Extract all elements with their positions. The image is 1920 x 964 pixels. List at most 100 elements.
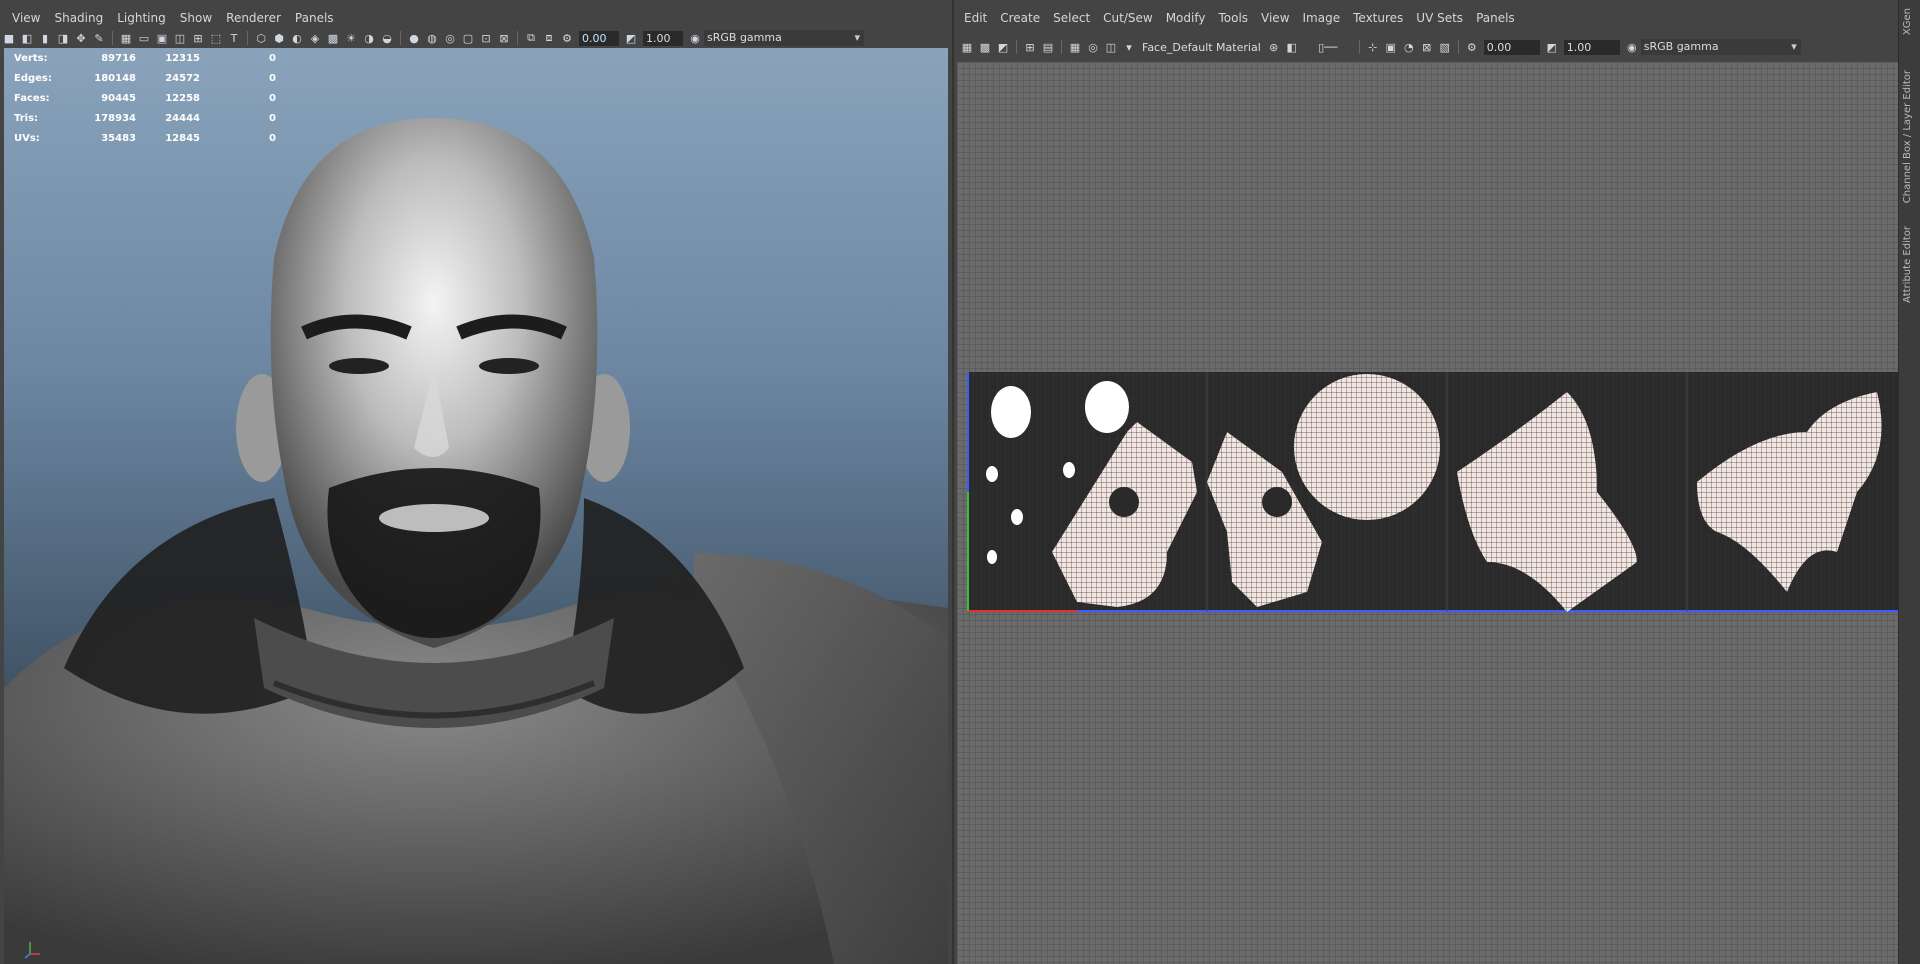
toolbar-separator bbox=[1457, 40, 1459, 54]
motion-blur-icon[interactable]: ● bbox=[407, 31, 421, 45]
pan-zoom-icon[interactable]: ✥ bbox=[74, 31, 88, 45]
grid-icon[interactable]: ▦ bbox=[119, 31, 133, 45]
uv-editor-panel: Edit Create Select Cut/Sew Modify Tools … bbox=[952, 0, 1900, 964]
film-gate-icon[interactable]: ▭ bbox=[137, 31, 151, 45]
shadows-icon[interactable]: ◑ bbox=[362, 31, 376, 45]
xray-joints-icon[interactable]: ⊠ bbox=[497, 31, 511, 45]
gate-mask-icon[interactable]: ◫ bbox=[173, 31, 187, 45]
hud-row: UVs: 35483 12845 0 bbox=[14, 132, 276, 144]
menu-panels[interactable]: Panels bbox=[295, 11, 334, 25]
exposure-icon[interactable]: ⚙ bbox=[1465, 40, 1479, 54]
menu-lighting[interactable]: Lighting bbox=[117, 11, 166, 25]
color-management-icon[interactable]: ◉ bbox=[1625, 40, 1639, 54]
toolbar-separator bbox=[517, 31, 518, 45]
uv-shell-disc bbox=[1294, 374, 1440, 520]
exposure-icon[interactable]: ⚙ bbox=[560, 31, 574, 45]
rgb-channels-icon[interactable]: ⊠ bbox=[1420, 40, 1434, 54]
uv-exposure-field[interactable]: 0.00 bbox=[1483, 39, 1540, 55]
dropdown-arrow-icon[interactable]: ▾ bbox=[1122, 40, 1136, 54]
resolution-gate-icon[interactable]: ▣ bbox=[155, 31, 169, 45]
menu-image[interactable]: Image bbox=[1303, 11, 1341, 25]
lips-shape bbox=[379, 504, 489, 532]
uv-pixel-snap-icon[interactable]: ▤ bbox=[1041, 40, 1055, 54]
xray-icon[interactable]: ⊡ bbox=[479, 31, 493, 45]
gamma-field[interactable]: 1.00 bbox=[643, 30, 683, 46]
display-grid-icon[interactable]: ▦ bbox=[1068, 40, 1082, 54]
toolbar-separator bbox=[247, 31, 248, 45]
toolbar-separator bbox=[112, 31, 113, 45]
uv-shade-icon[interactable]: ◩ bbox=[996, 40, 1010, 54]
depth-of-field-icon[interactable]: ◎ bbox=[443, 31, 457, 45]
menu-tools[interactable]: Tools bbox=[1218, 11, 1248, 25]
gamma-icon[interactable]: ◩ bbox=[624, 31, 638, 45]
psd-icon[interactable]: ▧ bbox=[1438, 40, 1452, 54]
menu-view[interactable]: View bbox=[12, 11, 40, 25]
uv-shell-eye-right bbox=[1085, 381, 1129, 433]
uv-checker-icon[interactable]: ▩ bbox=[978, 40, 992, 54]
menu-edit[interactable]: Edit bbox=[964, 11, 987, 25]
uv-view-transform-dropdown[interactable]: sRGB gamma bbox=[1640, 39, 1801, 55]
texture-filter-icon[interactable]: ⊛ bbox=[1267, 40, 1281, 54]
uv-gamma-field[interactable]: 1.00 bbox=[1563, 39, 1620, 55]
safe-action-icon[interactable]: ⬚ bbox=[209, 31, 223, 45]
axis-gizmo-icon bbox=[24, 942, 40, 959]
image-display-icon[interactable]: ▣ bbox=[1384, 40, 1398, 54]
bookmark-icon[interactable]: ▮ bbox=[38, 31, 52, 45]
view-transform-dropdown[interactable]: sRGB gamma bbox=[704, 30, 864, 46]
menu-panels[interactable]: Panels bbox=[1476, 11, 1515, 25]
snapshot-icon[interactable]: ◫ bbox=[1104, 40, 1118, 54]
uv-grid-icon[interactable]: ⊞ bbox=[1023, 40, 1037, 54]
gamma-icon[interactable]: ◩ bbox=[1545, 40, 1559, 54]
textured-icon[interactable]: ▩ bbox=[326, 31, 340, 45]
viewport-toolbar: ■ ◧ ▮ ◨ ✥ ✎ ▦ ▭ ▣ ◫ ⊞ ⬚ T ⬡ ⬢ ◐ ◈ ▩ ☀ ◑ … bbox=[0, 28, 864, 48]
camera-attributes-icon[interactable]: ◧ bbox=[20, 31, 34, 45]
uv-grid-canvas[interactable] bbox=[957, 62, 1900, 964]
ambient-occlusion-icon[interactable]: ◒ bbox=[380, 31, 394, 45]
tab-channel-box[interactable]: Channel Box / Layer Editor bbox=[1902, 70, 1913, 203]
viewport-canvas[interactable] bbox=[4, 48, 948, 964]
two-sided-lighting-icon[interactable]: ⧉ bbox=[524, 31, 538, 45]
image-range-icon[interactable]: ◧ bbox=[1285, 40, 1299, 54]
dim-image-slider[interactable]: ▯── bbox=[1303, 40, 1353, 54]
menu-create[interactable]: Create bbox=[1000, 11, 1040, 25]
tab-attribute-editor[interactable]: Attribute Editor bbox=[1902, 226, 1913, 303]
poly-count-hud: Verts: 89716 12315 0 Edges: 180148 24572… bbox=[14, 48, 276, 148]
isolate-uvs-icon[interactable]: ⊹ bbox=[1366, 40, 1380, 54]
menu-shading[interactable]: Shading bbox=[54, 11, 103, 25]
isolate-select-icon[interactable]: ▢ bbox=[461, 31, 475, 45]
color-management-icon[interactable]: ◉ bbox=[688, 31, 702, 45]
menu-textures[interactable]: Textures bbox=[1353, 11, 1403, 25]
lights-icon[interactable]: ☀ bbox=[344, 31, 358, 45]
uv-shell-icon[interactable]: ▦ bbox=[960, 40, 974, 54]
character-render bbox=[4, 118, 948, 964]
material-label: Face_Default Material bbox=[1142, 40, 1261, 54]
toolbar-separator bbox=[1016, 40, 1017, 54]
menu-show[interactable]: Show bbox=[180, 11, 212, 25]
safe-title-icon[interactable]: T bbox=[227, 31, 241, 45]
menu-modify[interactable]: Modify bbox=[1166, 11, 1206, 25]
backface-culling-icon[interactable]: ⧈ bbox=[542, 31, 556, 45]
pin-uvs-icon[interactable]: ◔ bbox=[1402, 40, 1416, 54]
wireframe-icon[interactable]: ⬡ bbox=[254, 31, 268, 45]
menu-renderer[interactable]: Renderer bbox=[226, 11, 281, 25]
exposure-field[interactable]: 0.00 bbox=[579, 30, 619, 46]
side-tab-strip: XGen Channel Box / Layer Editor Attribut… bbox=[1898, 0, 1920, 964]
menu-cut-sew[interactable]: Cut/Sew bbox=[1103, 11, 1153, 25]
uv-editor-toolbar: ▦ ▩ ◩ ⊞ ▤ ▦ ◎ ◫ ▾ Face_Default Material … bbox=[954, 36, 1801, 58]
tab-xgen[interactable]: XGen bbox=[1902, 8, 1913, 35]
grease-pencil-icon[interactable]: ✎ bbox=[92, 31, 106, 45]
camera-icon[interactable]: ■ bbox=[2, 31, 16, 45]
image-plane-icon[interactable]: ◨ bbox=[56, 31, 70, 45]
toolbar-separator bbox=[400, 31, 401, 45]
uv-distortion-icon[interactable]: ◎ bbox=[1086, 40, 1100, 54]
smooth-shade-icon[interactable]: ⬢ bbox=[272, 31, 286, 45]
menu-view[interactable]: View bbox=[1261, 11, 1289, 25]
perspective-viewport-panel: View Shading Lighting Show Renderer Pane… bbox=[0, 0, 950, 964]
field-chart-icon[interactable]: ⊞ bbox=[191, 31, 205, 45]
menu-uv-sets[interactable]: UV Sets bbox=[1416, 11, 1463, 25]
wireframe-on-shaded-icon[interactable]: ◈ bbox=[308, 31, 322, 45]
multisample-icon[interactable]: ◍ bbox=[425, 31, 439, 45]
left-eye bbox=[329, 358, 389, 374]
menu-select[interactable]: Select bbox=[1053, 11, 1090, 25]
default-material-icon[interactable]: ◐ bbox=[290, 31, 304, 45]
